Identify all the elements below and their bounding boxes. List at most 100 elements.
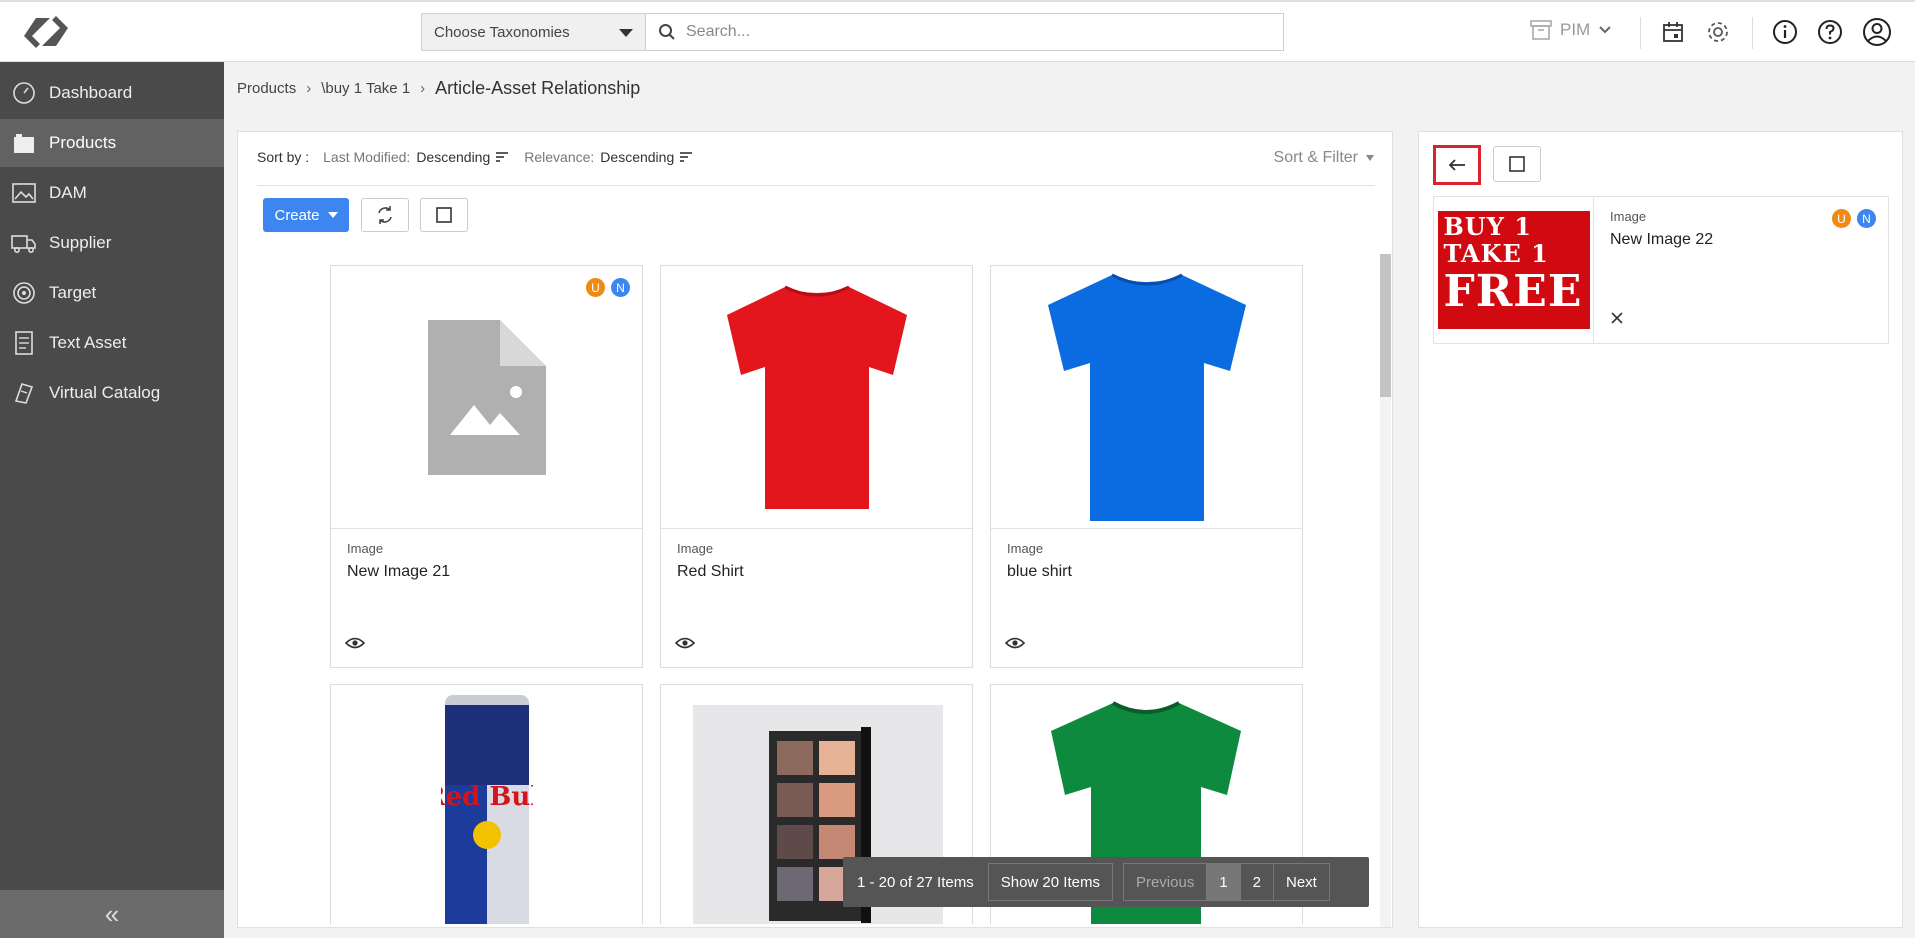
user-avatar-icon[interactable] <box>1862 17 1892 47</box>
asset-type: Image <box>677 541 714 556</box>
text-asset-icon <box>11 330 37 356</box>
app-logo-icon[interactable] <box>22 14 70 50</box>
asset-name[interactable]: New Image 22 <box>1610 231 1713 249</box>
asset-thumbnail[interactable] <box>661 266 972 529</box>
red-shirt-image <box>726 285 907 509</box>
sidebar-collapse-button[interactable]: « <box>0 890 224 938</box>
module-label: PIM <box>1560 20 1591 39</box>
search-input[interactable] <box>686 23 1246 41</box>
scrollbar[interactable] <box>1380 254 1391 927</box>
sidebar-item-virtual-catalog[interactable]: Virtual Catalog <box>0 369 224 417</box>
dashboard-icon <box>11 80 37 106</box>
asset-thumbnail[interactable] <box>991 266 1302 529</box>
select-all-button[interactable] <box>1493 146 1541 182</box>
sidebar-item-target[interactable]: Target <box>0 269 224 317</box>
sidebar-item-dam[interactable]: DAM <box>0 169 224 217</box>
item-count: 1 - 20 of 27 Items <box>857 873 974 891</box>
sidebar-item-label: Virtual Catalog <box>49 383 161 402</box>
info-icon[interactable] <box>1770 17 1800 47</box>
promo-line: BUY 1 <box>1443 212 1532 241</box>
promo-line: TAKE 1 <box>1443 239 1549 268</box>
breadcrumb-item-products[interactable]: Products <box>237 80 296 97</box>
help-icon[interactable] <box>1815 17 1845 47</box>
chevron-down-icon <box>619 29 633 37</box>
target-icon <box>11 280 37 306</box>
asset-thumbnail[interactable]: BUY 1 TAKE 1 FREE <box>1434 197 1594 343</box>
sort-filter-toggle[interactable]: Sort & Filter <box>1274 149 1374 167</box>
pagination: Previous 1 2 Next <box>1122 863 1330 901</box>
refresh-icon <box>378 206 392 224</box>
sort-by-label: Sort by : <box>257 149 310 165</box>
breadcrumb: Products › \buy 1 Take 1 › Article-Asset… <box>237 78 640 99</box>
taxonomy-select-label: Choose Taxonomies <box>434 23 570 41</box>
create-button[interactable]: Create <box>263 198 349 232</box>
scrollbar-thumb[interactable] <box>1380 254 1391 397</box>
divider <box>257 185 1375 186</box>
caret-down-icon <box>1366 155 1374 161</box>
relevance-sort[interactable]: Descending <box>600 149 674 165</box>
sidebar-item-label: DAM <box>49 183 87 202</box>
checkbox-icon <box>436 207 452 223</box>
related-asset-card[interactable]: BUY 1 TAKE 1 FREE Image New Image 22 U N <box>1433 196 1889 344</box>
close-icon[interactable] <box>1610 311 1624 325</box>
asset-card[interactable]: U N Image New Image 21 <box>330 265 643 668</box>
asset-name[interactable]: Red Shirt <box>677 563 744 581</box>
main-panel: Sort by : Last Modified: Descending Rele… <box>237 131 1393 928</box>
last-modified-label: Last Modified: <box>323 149 411 165</box>
asset-thumbnail[interactable]: U N <box>331 266 642 529</box>
image-icon <box>11 180 37 206</box>
search-box[interactable] <box>646 13 1284 51</box>
caret-down-icon <box>327 212 338 218</box>
last-modified-sort[interactable]: Descending <box>416 149 490 165</box>
refresh-button[interactable] <box>361 198 409 232</box>
asset-card[interactable]: Red Bull <box>330 684 643 924</box>
status-badges: U N <box>1832 209 1876 228</box>
page-size-button[interactable]: Show 20 Items <box>987 863 1113 901</box>
promo-line: FREE <box>1443 266 1583 317</box>
status-badge: N <box>1857 209 1876 228</box>
select-all-button[interactable] <box>420 198 468 232</box>
asset-type: Image <box>347 541 384 556</box>
sidebar-item-text-asset[interactable]: Text Asset <box>0 319 224 367</box>
sidebar-item-label: Supplier <box>49 233 112 252</box>
asset-name[interactable]: New Image 21 <box>347 563 450 581</box>
page-button-2[interactable]: 2 <box>1241 864 1274 900</box>
asset-name[interactable]: blue shirt <box>1007 563 1072 581</box>
page-button-1[interactable]: 1 <box>1207 864 1241 900</box>
previous-page-button[interactable]: Previous <box>1124 864 1208 900</box>
page-size-label: Show 20 Items <box>1000 873 1100 891</box>
create-button-label: Create <box>274 206 320 224</box>
taxonomy-select[interactable]: Choose Taxonomies <box>421 13 646 51</box>
asset-type: Image <box>1007 541 1044 556</box>
sidebar: Dashboard Products DAM Supplier Target T… <box>0 62 224 938</box>
breadcrumb-item-category[interactable]: \buy 1 Take 1 <box>321 80 410 97</box>
eye-icon[interactable] <box>675 636 695 650</box>
sidebar-item-label: Dashboard <box>49 83 133 102</box>
module-switcher[interactable]: PIM <box>1530 20 1620 40</box>
sidebar-item-products[interactable]: Products <box>0 119 224 167</box>
asset-card[interactable]: Image blue shirt <box>990 265 1303 668</box>
double-chevron-left-icon: « <box>104 898 120 929</box>
calendar-icon[interactable] <box>1658 17 1688 47</box>
archive-icon <box>1530 20 1552 40</box>
asset-card[interactable]: Image Red Shirt <box>660 265 973 668</box>
page-title: Article-Asset Relationship <box>435 78 641 98</box>
back-button[interactable] <box>1433 145 1481 185</box>
gear-icon[interactable] <box>1703 17 1733 47</box>
eye-icon[interactable] <box>345 636 365 650</box>
eye-icon[interactable] <box>1005 636 1025 650</box>
energy-can-image: Red Bull <box>441 695 533 924</box>
asset-type: Image <box>1610 209 1647 224</box>
sidebar-item-label: Target <box>49 283 97 302</box>
chevron-right-icon: › <box>306 80 312 97</box>
status-badge: N <box>611 278 630 297</box>
pagination-bar: 1 - 20 of 27 Items Show 20 Items Previou… <box>843 857 1369 907</box>
sort-icon[interactable] <box>680 152 693 162</box>
arrow-left-icon <box>1448 159 1465 171</box>
sort-icon[interactable] <box>496 152 509 162</box>
sidebar-item-dashboard[interactable]: Dashboard <box>0 69 224 117</box>
status-badge: U <box>1832 209 1851 228</box>
svg-text:Red Bull: Red Bull <box>441 782 533 812</box>
sidebar-item-supplier[interactable]: Supplier <box>0 219 224 267</box>
next-page-button[interactable]: Next <box>1274 864 1329 900</box>
